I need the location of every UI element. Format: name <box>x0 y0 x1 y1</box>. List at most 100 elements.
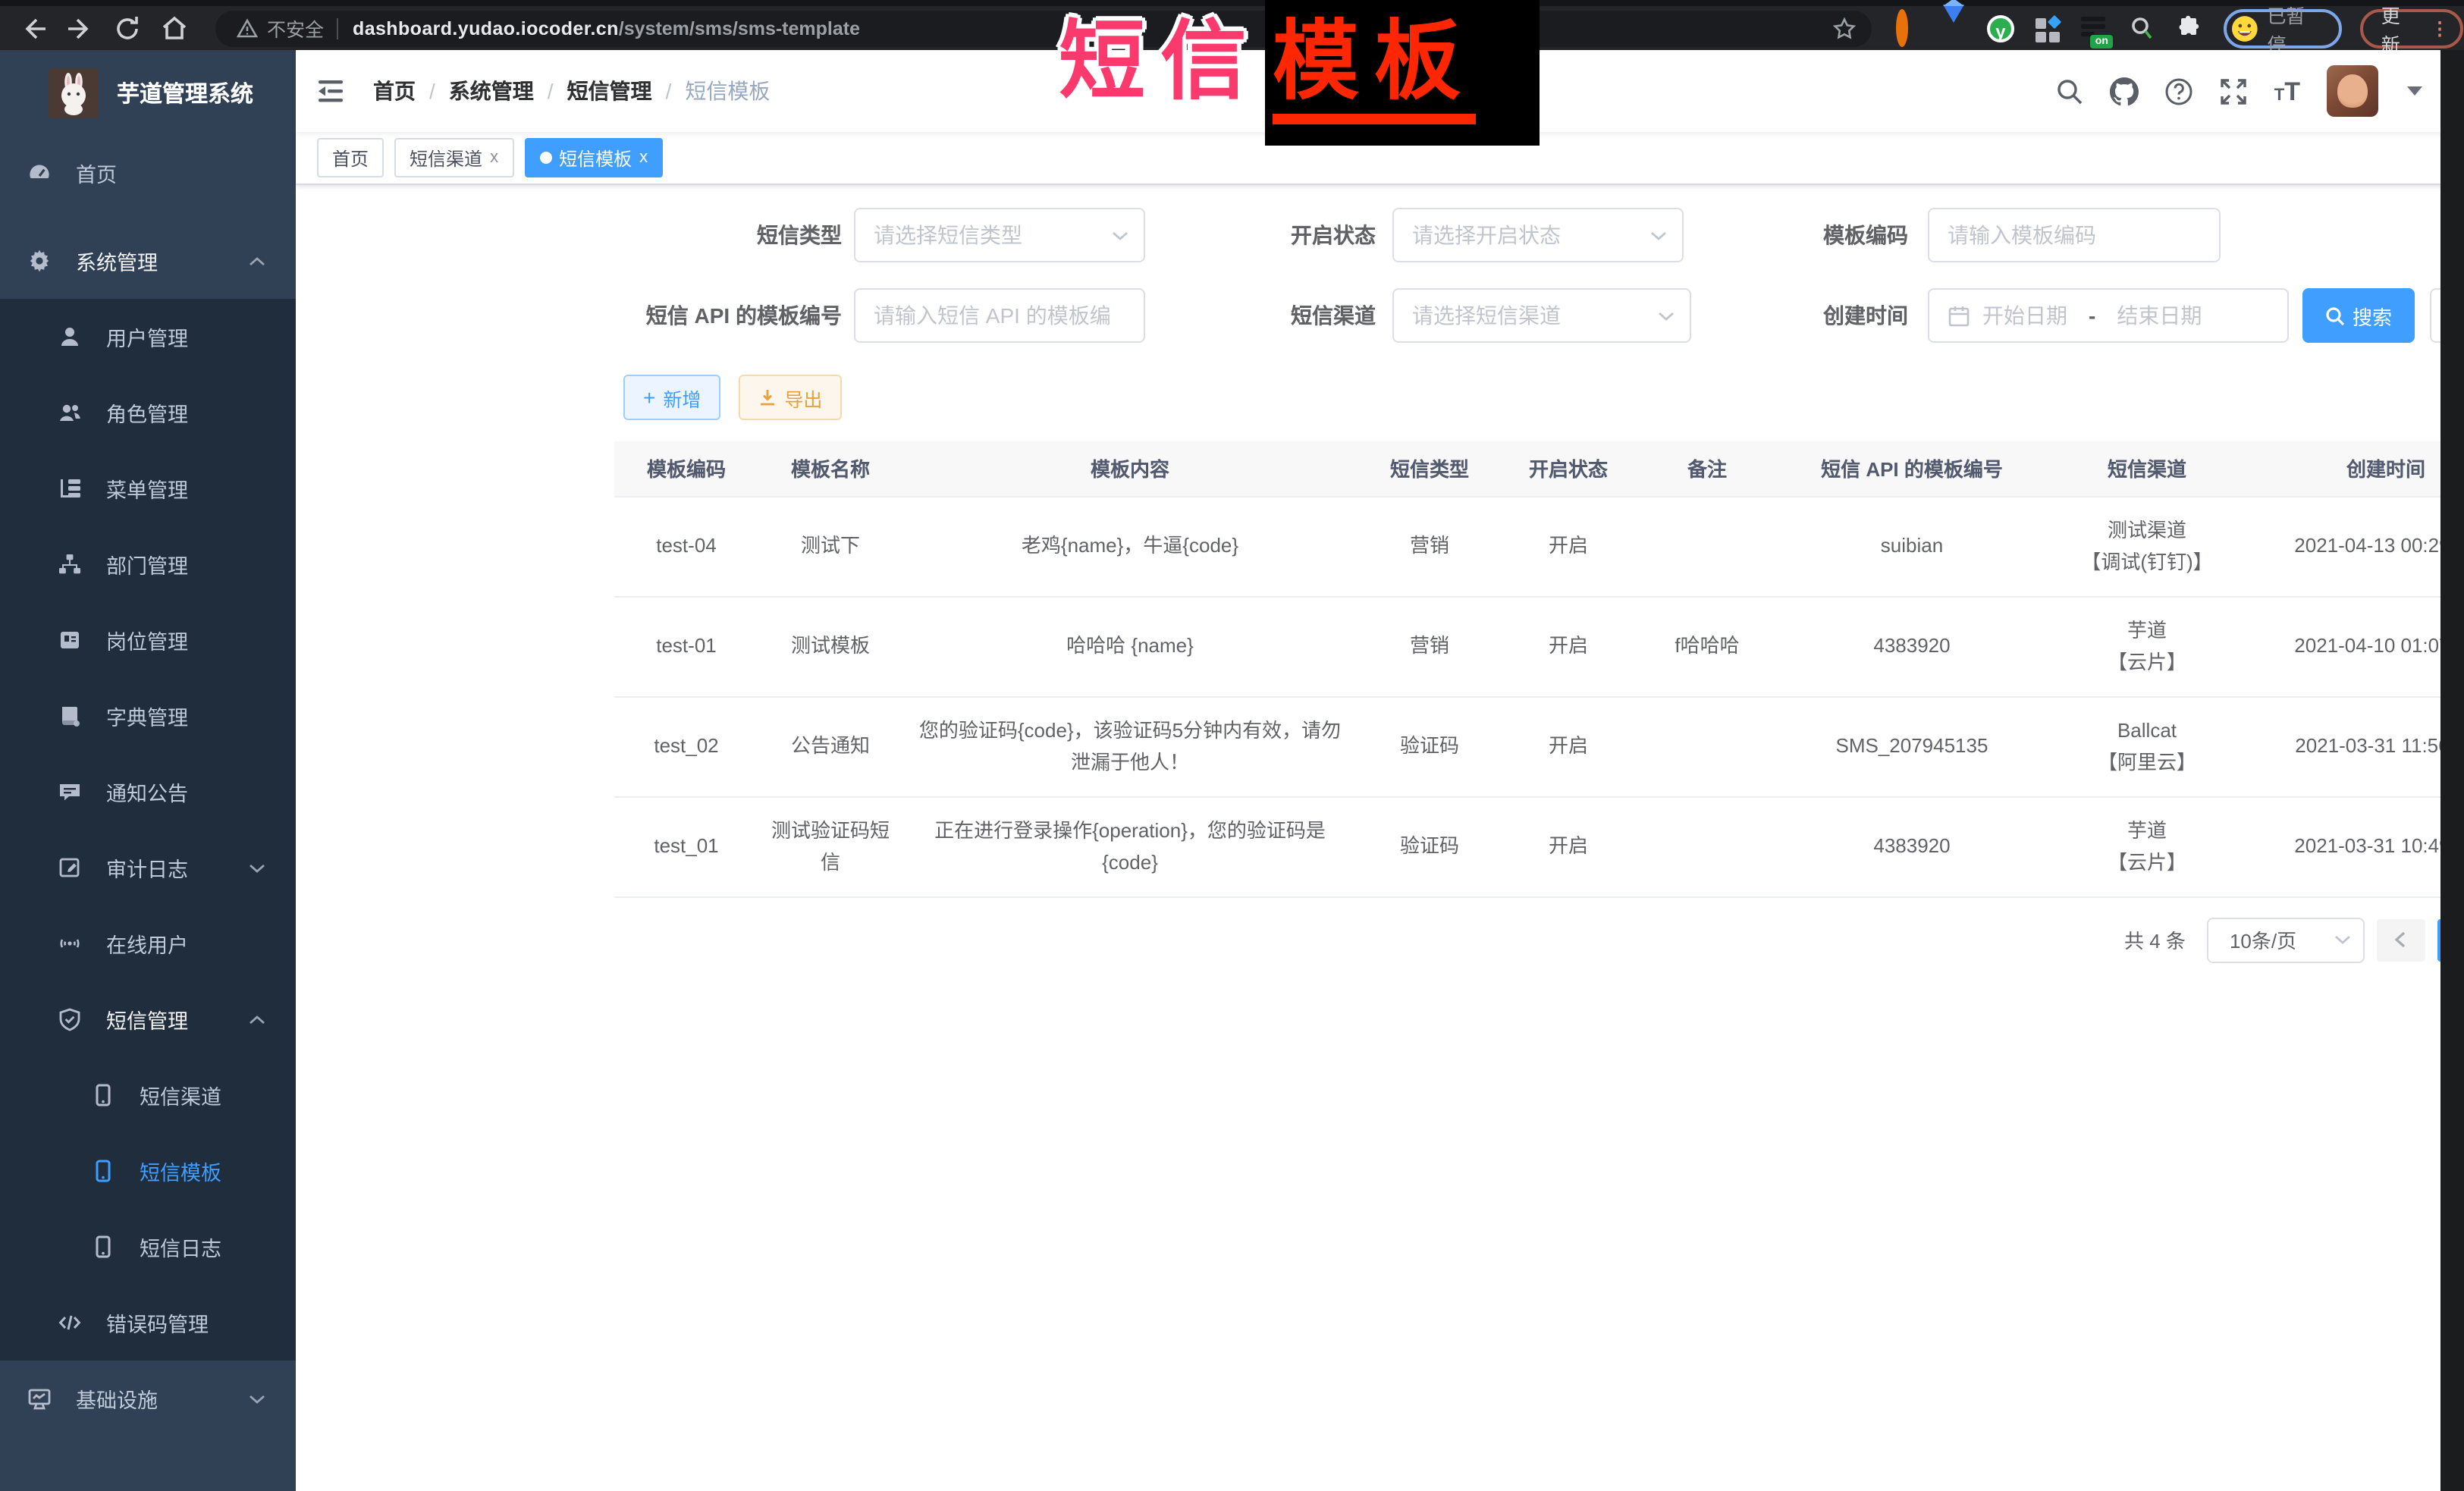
create-time-range-picker[interactable]: 开始日期 - 结束日期 <box>1928 288 2289 343</box>
github-icon[interactable] <box>2111 77 2139 105</box>
tab-sms-template[interactable]: 短信模板x <box>524 138 663 177</box>
fullscreen-icon[interactable] <box>2220 77 2249 105</box>
sidebar: 芋道管理系统 首页 系统管理 用户管理 角色管理 <box>0 50 296 1491</box>
breadcrumb-separator: / <box>429 79 435 103</box>
sidebar-item-sms-channel[interactable]: 短信渠道 <box>0 1057 296 1133</box>
sidebar-item-dictionary-management[interactable]: 字典管理 <box>0 678 296 754</box>
update-label: 更新 <box>2381 0 2418 57</box>
sidebar-item-post-management[interactable]: 岗位管理 <box>0 602 296 678</box>
prev-page-button[interactable] <box>2377 918 2425 961</box>
cell-status: 开启 <box>1502 596 1635 696</box>
user-avatar[interactable] <box>2326 65 2378 117</box>
dashboard-icon <box>27 161 52 185</box>
cell-code: test-01 <box>614 596 758 696</box>
template-code-input[interactable] <box>1928 208 2221 262</box>
audit-log-icon <box>58 855 82 880</box>
cell-content: 您的验证码{code}，该验证码5分钟内有效，请勿泄漏于他人！ <box>902 696 1358 796</box>
sidebar-item-role-management[interactable]: 角色管理 <box>0 375 296 450</box>
adblock-on-extension-icon[interactable]: on <box>2081 14 2108 42</box>
col-header-api-id: 短信 API 的模板编号 <box>1779 441 2045 496</box>
gem-extension-icon[interactable] <box>1940 14 1967 42</box>
open-status-select[interactable]: 请选择开启状态 <box>1392 208 1684 262</box>
browser-menu-kebab-icon[interactable]: ⋮ <box>2431 19 2449 37</box>
browser-reload-icon[interactable] <box>114 14 141 42</box>
yudao-extension-icon[interactable]: y <box>1987 14 2014 42</box>
sidebar-item-home[interactable]: 首页 <box>0 135 296 211</box>
infrastructure-icon <box>27 1386 52 1411</box>
browser-forward-icon[interactable] <box>67 14 94 42</box>
sidebar-item-department-management[interactable]: 部门管理 <box>0 526 296 602</box>
table-header-row: 模板编码 模板名称 模板内容 短信类型 开启状态 备注 短信 API 的模板编号… <box>614 441 2464 496</box>
chevron-down-icon <box>1658 310 1675 321</box>
sidebar-logo-row[interactable]: 芋道管理系统 <box>0 50 296 135</box>
tab-home[interactable]: 首页 <box>317 138 384 177</box>
phone-icon <box>91 1159 115 1183</box>
search-extension-icon[interactable] <box>2128 14 2155 42</box>
tab-close-icon[interactable]: x <box>490 149 498 166</box>
users-icon <box>58 400 82 425</box>
page-size-select[interactable]: 10条/页 <box>2207 917 2365 962</box>
sms-template-table: 模板编码 模板名称 模板内容 短信类型 开启状态 备注 短信 API 的模板编号… <box>614 441 2464 897</box>
chevron-down-icon <box>249 1393 265 1404</box>
api-template-id-input[interactable] <box>854 288 1145 343</box>
tab-sms-channel[interactable]: 短信渠道x <box>394 138 513 177</box>
sidebar-item-label: 短信管理 <box>106 1004 188 1034</box>
browser-back-icon[interactable] <box>20 14 47 42</box>
template-code-field[interactable] <box>1948 223 2204 247</box>
sidebar-item-online-users[interactable]: 在线用户 <box>0 906 296 981</box>
extensions-puzzle-icon[interactable] <box>2175 14 2202 42</box>
pagination-total: 共 4 条 <box>2124 925 2186 954</box>
sidebar-item-user-management[interactable]: 用户管理 <box>0 299 296 375</box>
text-size-icon[interactable]: TT <box>2274 78 2300 104</box>
breadcrumb-sms[interactable]: 短信管理 <box>567 76 652 106</box>
cell-type: 验证码 <box>1358 696 1502 796</box>
help-icon[interactable] <box>2165 77 2194 105</box>
sidebar-item-sms-log[interactable]: 短信日志 <box>0 1209 296 1285</box>
browser-update-button[interactable]: 更新 ⋮ <box>2360 8 2464 48</box>
header-search-icon[interactable] <box>2056 77 2085 105</box>
sidebar-item-menu-management[interactable]: 菜单管理 <box>0 450 296 526</box>
api-template-id-field[interactable] <box>874 303 1128 328</box>
cell-api-id: 4383920 <box>1779 596 2045 696</box>
sidebar-item-label: 岗位管理 <box>106 625 188 655</box>
sidebar-item-sms-management[interactable]: 短信管理 <box>0 981 296 1057</box>
browser-profile-chip[interactable]: 已暂停 <box>2224 8 2342 48</box>
user-icon <box>58 325 82 349</box>
caption-black-box: 模板 <box>1265 0 1540 146</box>
browser-home-icon[interactable] <box>161 14 188 42</box>
sidebar-item-audit-log[interactable]: 审计日志 <box>0 830 296 906</box>
tab-close-icon[interactable]: x <box>639 149 648 166</box>
start-date-placeholder: 开始日期 <box>1982 300 2067 331</box>
address-bar[interactable]: 不安全 dashboard.yudao.iocoder.cn /system/s… <box>215 10 1872 46</box>
sidebar-item-sms-template[interactable]: 短信模板 <box>0 1133 296 1209</box>
export-button[interactable]: 导出 <box>739 375 842 420</box>
donut-extension-icon[interactable] <box>1893 14 1920 42</box>
sidebar-item-label: 部门管理 <box>106 549 188 579</box>
bookmark-star-icon[interactable] <box>1832 16 1857 40</box>
sms-type-select[interactable]: 请选择短信类型 <box>854 208 1145 262</box>
search-button[interactable]: 搜索 <box>2302 288 2415 343</box>
user-menu-caret-icon[interactable] <box>2406 86 2422 96</box>
col-header-status: 开启状态 <box>1502 441 1635 496</box>
add-button[interactable]: + 新增 <box>623 375 720 420</box>
table-row: test_02 公告通知 您的验证码{code}，该验证码5分钟内有效，请勿泄漏… <box>614 696 2464 796</box>
sidebar-collapse-icon[interactable] <box>315 76 346 106</box>
breadcrumb-system[interactable]: 系统管理 <box>449 76 534 106</box>
breadcrumb-home[interactable]: 首页 <box>373 76 416 106</box>
breadcrumb-separator: / <box>548 79 554 103</box>
template-code-label: 模板编码 <box>1679 208 1908 262</box>
sidebar-item-infrastructure[interactable]: 基础设施 <box>0 1361 296 1436</box>
cell-status: 开启 <box>1502 796 1635 896</box>
breadcrumb-current: 短信模板 <box>685 76 770 106</box>
sidebar-item-error-code-management[interactable]: 错误码管理 <box>0 1285 296 1361</box>
cell-created: 2021-04-10 01:07:21 <box>2249 596 2464 696</box>
sidebar-item-label: 字典管理 <box>106 701 188 731</box>
select-placeholder: 请选择开启状态 <box>1412 220 1650 250</box>
grid-extension-icon[interactable] <box>2034 14 2061 42</box>
sidebar-item-announcement[interactable]: 通知公告 <box>0 754 296 830</box>
page-content: 短信类型 请选择短信类型 开启状态 请选择开启状态 模板编码 <box>296 185 2464 1491</box>
sms-channel-select[interactable]: 请选择短信渠道 <box>1392 288 1691 343</box>
sidebar-item-system-management[interactable]: 系统管理 <box>0 223 296 299</box>
cell-code: test_01 <box>614 796 758 896</box>
col-header-name: 模板名称 <box>758 441 902 496</box>
